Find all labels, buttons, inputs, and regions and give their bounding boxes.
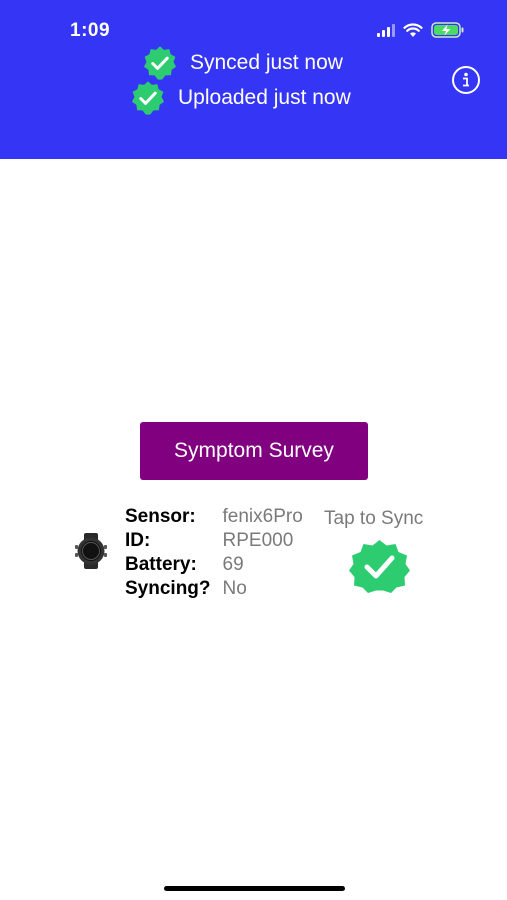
- wifi-icon: [403, 22, 423, 37]
- info-icon: [463, 72, 469, 87]
- check-badge-icon: [143, 46, 177, 80]
- sensor-label: Sensor:: [125, 506, 196, 527]
- battery-label: Battery:: [125, 554, 197, 575]
- synced-status: Synced just now: [142, 45, 343, 81]
- id-label: ID:: [125, 530, 151, 551]
- sensor-value: fenix6Pro: [222, 506, 303, 527]
- uploaded-text: Uploaded just now: [178, 86, 351, 109]
- top-header: 1:09 Synced just now Uploaded just now: [0, 0, 507, 159]
- tap-to-sync-label[interactable]: Tap to Sync: [324, 508, 423, 530]
- syncing-label: Syncing?: [125, 578, 211, 599]
- check-badge-icon: [131, 81, 165, 115]
- check-badge-icon[interactable]: [348, 539, 411, 594]
- device-info: Sensor: fenix6Pro ID: RPE000 Battery: 69…: [125, 505, 303, 600]
- uploaded-status: Uploaded just now: [130, 80, 351, 116]
- status-icons: [377, 22, 465, 38]
- symptom-survey-button[interactable]: Symptom Survey: [140, 422, 368, 480]
- status-time: 1:09: [70, 20, 111, 41]
- battery-value: 69: [222, 554, 244, 575]
- home-indicator[interactable]: [164, 886, 345, 891]
- synced-text: Synced just now: [190, 51, 343, 74]
- battery-charging-icon: [431, 22, 464, 38]
- watch-icon: [75, 533, 107, 569]
- id-value: RPE000: [222, 530, 294, 551]
- cellular-signal-icon: [377, 23, 395, 37]
- syncing-value: No: [222, 578, 247, 599]
- info-button[interactable]: [452, 66, 480, 94]
